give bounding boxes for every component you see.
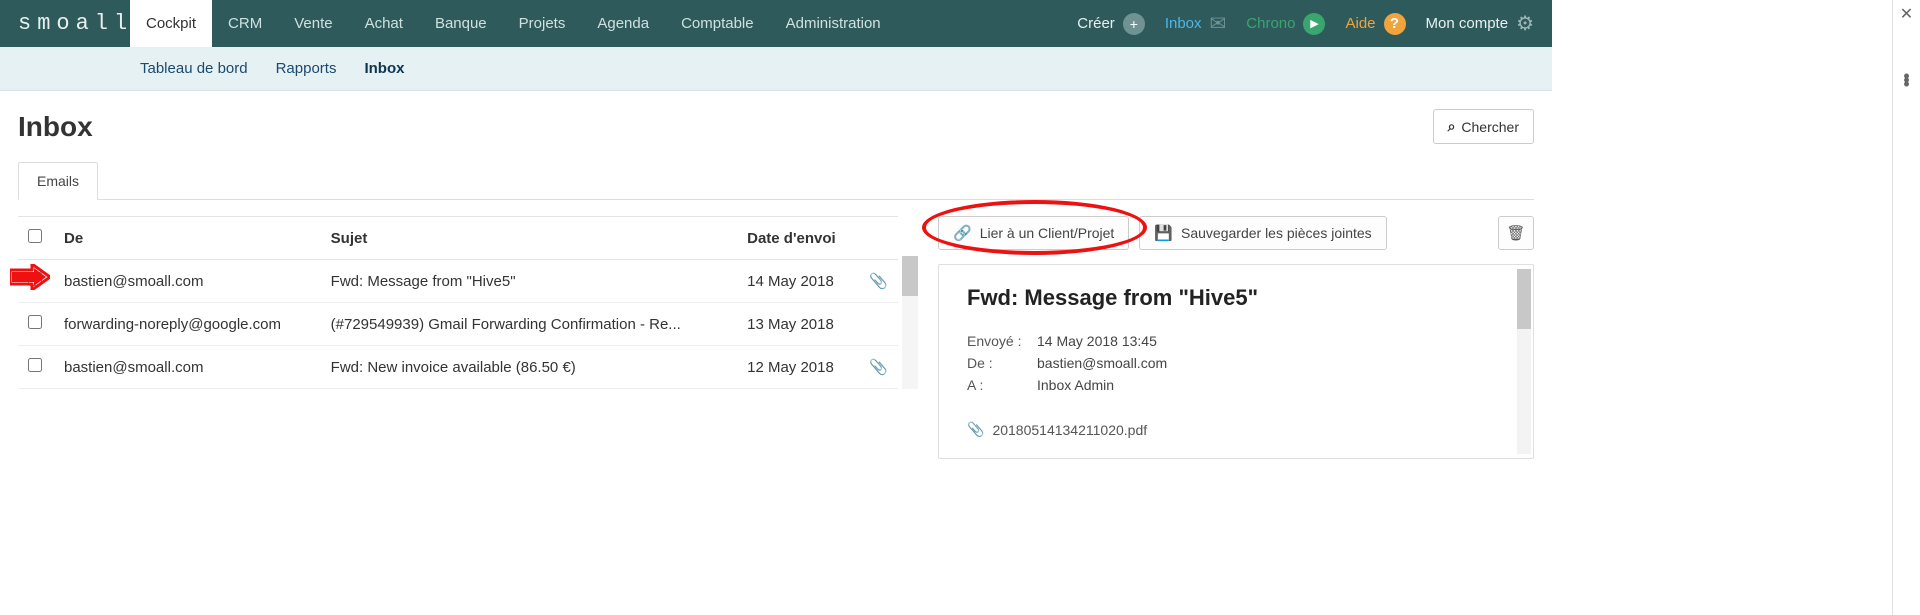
search-icon: ⌕ — [1448, 118, 1456, 135]
paperclip-icon: 📎 — [869, 273, 888, 290]
row-checkbox[interactable] — [28, 272, 42, 286]
panel-row: De Sujet Date d'envoi bastien@smoall.com — [18, 216, 1534, 459]
col-from: De — [54, 217, 321, 260]
table-row[interactable]: bastien@smoall.com Fwd: New invoice avai… — [18, 346, 898, 389]
table-row[interactable]: bastien@smoall.com Fwd: Message from "Hi… — [18, 260, 898, 303]
cell-sent: 13 May 2018 — [737, 303, 859, 346]
create-label: Créer — [1077, 15, 1115, 32]
link-icon: 🔗 — [953, 224, 972, 242]
cell-sent: 14 May 2018 — [737, 260, 859, 303]
top-nav: smoall Cockpit CRM Vente Achat Banque Pr… — [0, 0, 1552, 47]
cell-from: bastien@smoall.com — [54, 260, 321, 303]
col-subject: Sujet — [321, 217, 737, 260]
meta-to-value: Inbox Admin — [1037, 377, 1114, 393]
help-label: Aide — [1345, 15, 1375, 32]
row-checkbox[interactable] — [28, 315, 42, 329]
meta-from-label: De : — [967, 355, 1037, 371]
nav-tab-projets[interactable]: Projets — [503, 0, 582, 47]
tab-strip: Emails — [18, 162, 1534, 200]
account-label: Mon compte — [1426, 15, 1509, 32]
paperclip-icon: 📎 — [869, 359, 888, 376]
action-bar: 🔗 Lier à un Client/Projet 💾 Sauvegarder … — [938, 216, 1534, 250]
play-icon: ▶ — [1303, 13, 1325, 35]
nav-tab-administration[interactable]: Administration — [770, 0, 897, 47]
list-pane: De Sujet Date d'envoi bastien@smoall.com — [18, 216, 918, 459]
cell-from: forwarding-noreply@google.com — [54, 303, 321, 346]
create-button[interactable]: Créer + — [1077, 13, 1145, 35]
list-scrollbar[interactable] — [902, 256, 918, 389]
attachment-line[interactable]: 📎 20180514134211020.pdf — [967, 421, 1505, 438]
detail-card: Fwd: Message from "Hive5" Envoyé : 14 Ma… — [938, 264, 1534, 459]
nav-tab-agenda[interactable]: Agenda — [581, 0, 665, 47]
table-row[interactable]: forwarding-noreply@google.com (#72954993… — [18, 303, 898, 346]
cell-subject: (#729549939) Gmail Forwarding Confirmati… — [321, 303, 737, 346]
search-label: Chercher — [1461, 119, 1519, 135]
detail-title: Fwd: Message from "Hive5" — [967, 285, 1505, 311]
chrono-link[interactable]: Chrono ▶ — [1246, 13, 1325, 35]
nav-tab-cockpit[interactable]: Cockpit — [130, 0, 212, 47]
cell-subject: Fwd: New invoice available (86.50 €) — [321, 346, 737, 389]
subnav-reports[interactable]: Rapports — [276, 60, 337, 77]
nav-tabs: Cockpit CRM Vente Achat Banque Projets A… — [130, 0, 897, 47]
select-all-checkbox[interactable] — [28, 229, 42, 243]
col-sent: Date d'envoi — [737, 217, 859, 260]
chrono-label: Chrono — [1246, 15, 1295, 32]
link-client-label: Lier à un Client/Projet — [980, 225, 1115, 241]
page-title: Inbox — [18, 111, 93, 143]
save-attachments-button[interactable]: 💾 Sauvegarder les pièces jointes — [1139, 216, 1386, 250]
subnav-inbox[interactable]: Inbox — [364, 60, 404, 77]
email-table: De Sujet Date d'envoi bastien@smoall.com — [18, 216, 898, 389]
close-icon[interactable]: ✕ — [1900, 4, 1913, 24]
row-checkbox[interactable] — [28, 358, 42, 372]
detail-scrollbar[interactable] — [1517, 269, 1531, 454]
inbox-label: Inbox — [1165, 15, 1202, 32]
question-icon: ? — [1384, 13, 1406, 35]
envelope-icon: ✉ — [1210, 11, 1227, 36]
logo: smoall — [0, 0, 130, 47]
detail-pane: 🔗 Lier à un Client/Projet 💾 Sauvegarder … — [938, 216, 1534, 459]
page-header: Inbox ⌕ Chercher — [18, 109, 1534, 144]
cell-from: bastien@smoall.com — [54, 346, 321, 389]
gear-icon: ⚙ — [1516, 11, 1534, 36]
meta-sent-label: Envoyé : — [967, 333, 1037, 349]
trash-icon: 🗑 — [1506, 224, 1525, 242]
content: Inbox ⌕ Chercher Emails — [0, 91, 1552, 459]
delete-button[interactable]: 🗑 — [1498, 216, 1534, 250]
plus-icon: + — [1123, 13, 1145, 35]
account-link[interactable]: Mon compte ⚙ — [1426, 11, 1534, 36]
window-gutter: ✕ ••• — [1892, 0, 1920, 615]
attachment-name: 20180514134211020.pdf — [992, 422, 1147, 438]
nav-right: Créer + Inbox ✉ Chrono ▶ Aide ? Mon comp… — [1077, 0, 1552, 47]
save-attachments-label: Sauvegarder les pièces jointes — [1181, 225, 1372, 241]
paperclip-icon: 📎 — [967, 421, 984, 438]
nav-tab-banque[interactable]: Banque — [419, 0, 503, 47]
tab-emails[interactable]: Emails — [18, 162, 98, 200]
more-icon[interactable]: ••• — [1903, 74, 1909, 86]
nav-tab-comptable[interactable]: Comptable — [665, 0, 770, 47]
inbox-link[interactable]: Inbox ✉ — [1165, 11, 1226, 36]
cell-sent: 12 May 2018 — [737, 346, 859, 389]
table-header-row: De Sujet Date d'envoi — [18, 217, 898, 260]
meta-from-value: bastien@smoall.com — [1037, 355, 1167, 371]
nav-tab-crm[interactable]: CRM — [212, 0, 278, 47]
cell-subject: Fwd: Message from "Hive5" — [321, 260, 737, 303]
help-link[interactable]: Aide ? — [1345, 13, 1405, 35]
meta-sent: Envoyé : 14 May 2018 13:45 — [967, 333, 1505, 349]
sub-nav: Tableau de bord Rapports Inbox — [0, 47, 1552, 91]
link-client-button[interactable]: 🔗 Lier à un Client/Projet — [938, 216, 1129, 250]
nav-tab-achat[interactable]: Achat — [349, 0, 419, 47]
save-icon: 💾 — [1154, 224, 1173, 242]
search-button[interactable]: ⌕ Chercher — [1433, 109, 1534, 144]
meta-to: A : Inbox Admin — [967, 377, 1505, 393]
subnav-dashboard[interactable]: Tableau de bord — [140, 60, 248, 77]
meta-sent-value: 14 May 2018 13:45 — [1037, 333, 1157, 349]
nav-tab-vente[interactable]: Vente — [278, 0, 348, 47]
meta-from: De : bastien@smoall.com — [967, 355, 1505, 371]
meta-to-label: A : — [967, 377, 1037, 393]
